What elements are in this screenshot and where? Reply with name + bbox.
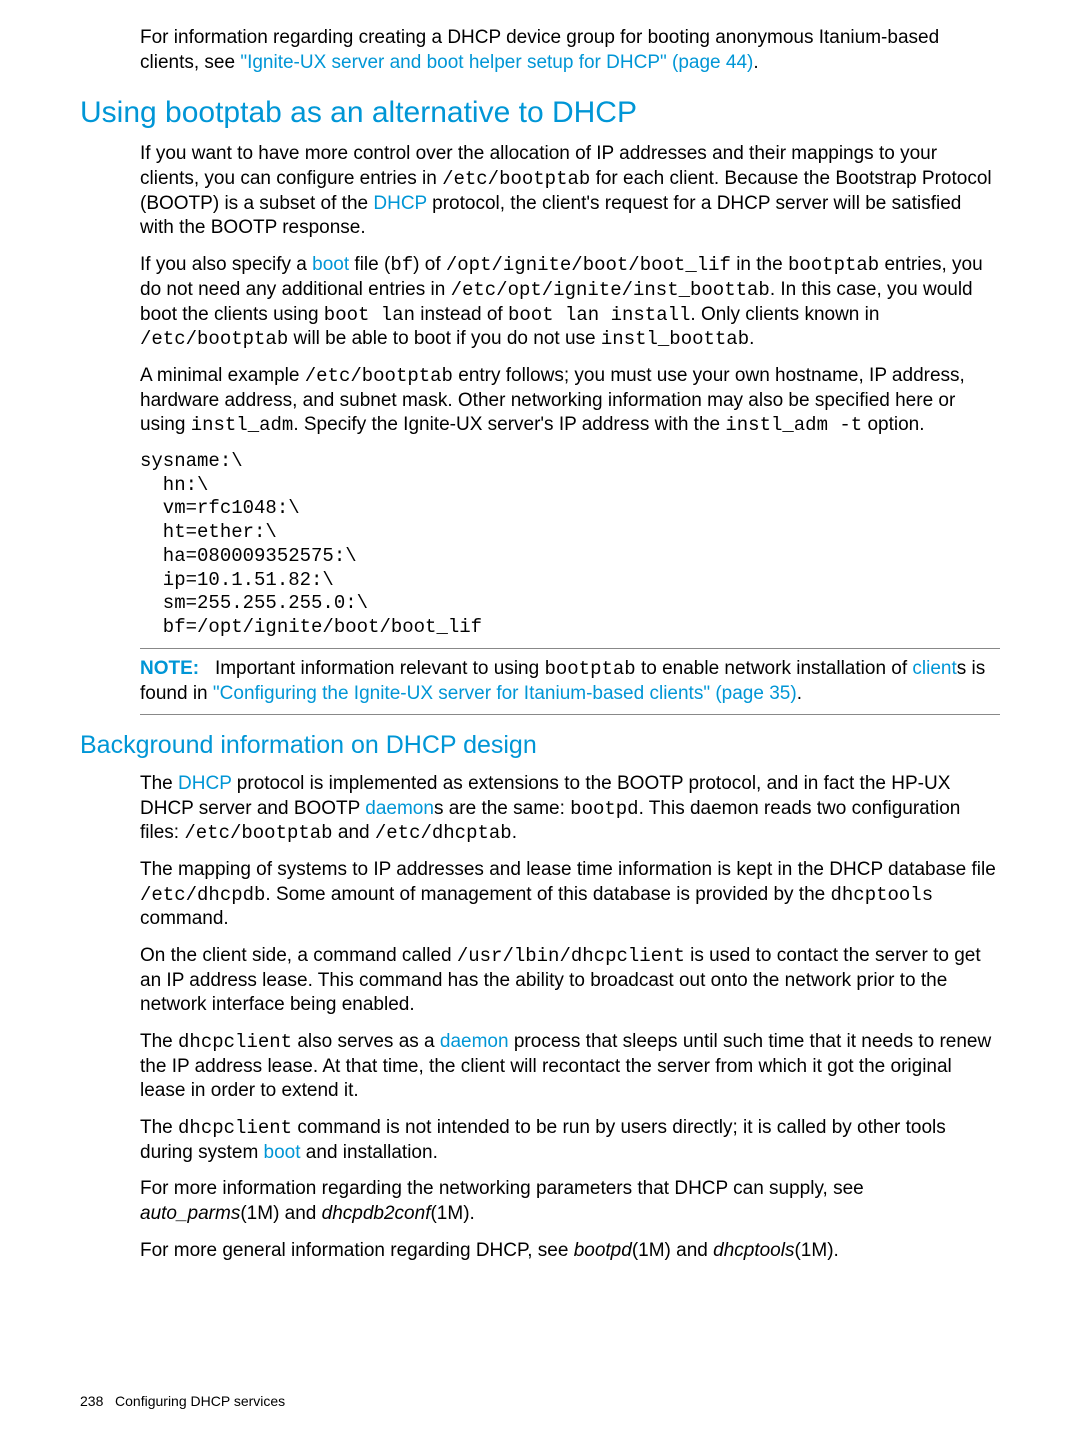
manpage-ref: bootpd bbox=[574, 1240, 632, 1261]
link-configuring-ignite[interactable]: "Configuring the Ignite-UX server for It… bbox=[213, 683, 797, 704]
text: file ( bbox=[349, 254, 390, 275]
note-box: NOTE: Important information relevant to … bbox=[140, 648, 1000, 715]
code: /etc/bootptab bbox=[305, 365, 453, 387]
code: /etc/dhcptab bbox=[375, 822, 512, 844]
code: dhcpclient bbox=[178, 1031, 292, 1053]
text: command. bbox=[140, 908, 229, 929]
page: For information regarding creating a DHC… bbox=[0, 0, 1080, 1438]
text: . bbox=[753, 52, 758, 73]
code: boot lan bbox=[324, 304, 415, 326]
paragraph: On the client side, a command called /us… bbox=[140, 944, 1000, 1018]
paragraph: If you also specify a boot file (bf) of … bbox=[140, 253, 1000, 352]
text: instead of bbox=[415, 304, 508, 325]
text: On the client side, a command called bbox=[140, 945, 457, 966]
note-paragraph: NOTE: Important information relevant to … bbox=[140, 657, 1000, 706]
link-dhcp-setup[interactable]: "Ignite-UX server and boot helper setup … bbox=[240, 52, 753, 73]
link-boot[interactable]: boot bbox=[312, 254, 349, 275]
link-client[interactable]: client bbox=[912, 658, 956, 679]
note-label: NOTE: bbox=[140, 658, 199, 679]
paragraph: For more information regarding the netwo… bbox=[140, 1177, 1000, 1226]
text: and bbox=[333, 822, 375, 843]
code: bootpd bbox=[570, 798, 638, 820]
text: in the bbox=[731, 254, 788, 275]
manpage-ref: auto_parms bbox=[140, 1203, 240, 1224]
text: Important information relevant to using bbox=[215, 658, 545, 679]
link-dhcp[interactable]: DHCP bbox=[178, 773, 232, 794]
page-number: 238 bbox=[80, 1393, 103, 1409]
text: . bbox=[749, 328, 754, 349]
text: For more information regarding the netwo… bbox=[140, 1178, 864, 1199]
code: bootptab bbox=[544, 658, 635, 680]
paragraph: The DHCP protocol is implemented as exte… bbox=[140, 772, 1000, 846]
link-daemon[interactable]: daemon bbox=[440, 1031, 509, 1052]
text: . Specify the Ignite-UX server's IP addr… bbox=[293, 414, 725, 435]
code: bf bbox=[390, 254, 413, 276]
text: . Only clients known in bbox=[690, 304, 879, 325]
paragraph: If you want to have more control over th… bbox=[140, 142, 1000, 241]
page-footer: 238 Configuring DHCP services bbox=[80, 1392, 285, 1410]
text: . bbox=[797, 683, 802, 704]
intro-block: For information regarding creating a DHC… bbox=[80, 26, 1000, 75]
paragraph: A minimal example /etc/bootptab entry fo… bbox=[140, 364, 1000, 438]
text: also serves as a bbox=[292, 1031, 440, 1052]
section1-body: If you want to have more control over th… bbox=[80, 142, 1000, 715]
code: /etc/bootptab bbox=[184, 822, 332, 844]
code: bootptab bbox=[788, 254, 879, 276]
link-boot[interactable]: boot bbox=[264, 1142, 301, 1163]
code: /usr/lbin/dhcpclient bbox=[457, 945, 685, 967]
code: /etc/opt/ignite/inst_boottab bbox=[451, 279, 770, 301]
code-block-bootptab: sysname:\ hn:\ vm=rfc1048:\ ht=ether:\ h… bbox=[140, 450, 1000, 640]
paragraph: The dhcpclient command is not intended t… bbox=[140, 1116, 1000, 1165]
text: The bbox=[140, 1117, 178, 1138]
code: dhcptools bbox=[830, 884, 933, 906]
text: (1M) and bbox=[632, 1240, 713, 1261]
code: instl_boottab bbox=[601, 328, 749, 350]
text: to enable network installation of bbox=[636, 658, 913, 679]
heading-background-dhcp-design: Background information on DHCP design bbox=[80, 729, 1000, 762]
link-daemon[interactable]: daemon bbox=[365, 798, 434, 819]
paragraph: The mapping of systems to IP addresses a… bbox=[140, 858, 1000, 932]
code: /etc/bootptab bbox=[140, 328, 288, 350]
text: The bbox=[140, 773, 178, 794]
text: A minimal example bbox=[140, 365, 305, 386]
text: ) of bbox=[413, 254, 446, 275]
text: s are the same: bbox=[434, 798, 570, 819]
text: If you also specify a bbox=[140, 254, 312, 275]
paragraph: For more general information regarding D… bbox=[140, 1239, 1000, 1264]
code: instl_adm -t bbox=[725, 414, 862, 436]
section2-body: The DHCP protocol is implemented as exte… bbox=[80, 772, 1000, 1264]
text: . bbox=[512, 822, 517, 843]
code: /etc/dhcpdb bbox=[140, 884, 265, 906]
text: For more general information regarding D… bbox=[140, 1240, 574, 1261]
code: dhcpclient bbox=[178, 1117, 292, 1139]
manpage-ref: dhcpdb2conf bbox=[322, 1203, 431, 1224]
code: /opt/ignite/boot/boot_lif bbox=[446, 254, 731, 276]
text: (1M). bbox=[430, 1203, 474, 1224]
text: (1M) and bbox=[240, 1203, 321, 1224]
code: boot lan install bbox=[508, 304, 690, 326]
heading-bootptab-alternative: Using bootptab as an alternative to DHCP bbox=[80, 93, 1000, 132]
text: . Some amount of management of this data… bbox=[265, 884, 830, 905]
code: instl_adm bbox=[191, 414, 294, 436]
text: and installation. bbox=[301, 1142, 438, 1163]
intro-paragraph: For information regarding creating a DHC… bbox=[140, 26, 1000, 75]
text: (1M). bbox=[794, 1240, 838, 1261]
paragraph: The dhcpclient also serves as a daemon p… bbox=[140, 1030, 1000, 1104]
manpage-ref: dhcptools bbox=[713, 1240, 794, 1261]
text: The bbox=[140, 1031, 178, 1052]
footer-title: Configuring DHCP services bbox=[115, 1393, 285, 1409]
text: The mapping of systems to IP addresses a… bbox=[140, 859, 996, 880]
link-dhcp[interactable]: DHCP bbox=[373, 193, 427, 214]
code: /etc/bootptab bbox=[442, 168, 590, 190]
text: option. bbox=[862, 414, 924, 435]
text: will be able to boot if you do not use bbox=[288, 328, 601, 349]
